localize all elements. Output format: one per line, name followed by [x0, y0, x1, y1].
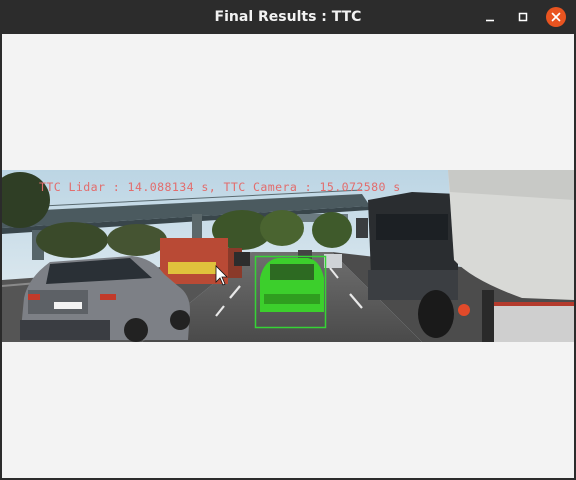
close-icon	[551, 12, 561, 22]
maximize-button[interactable]	[513, 7, 533, 27]
maximize-icon	[518, 12, 528, 22]
minimize-button[interactable]	[480, 7, 500, 27]
minimize-icon	[486, 19, 494, 22]
ttc-results-label: TTC Lidar : 14.088134 s, TTC Camera : 15…	[39, 180, 401, 194]
close-button[interactable]	[546, 7, 566, 27]
traffic-scene-image	[2, 170, 574, 342]
image-canvas: TTC Lidar : 14.088134 s, TTC Camera : 15…	[2, 34, 574, 478]
camera-frame: TTC Lidar : 14.088134 s, TTC Camera : 15…	[2, 170, 574, 342]
